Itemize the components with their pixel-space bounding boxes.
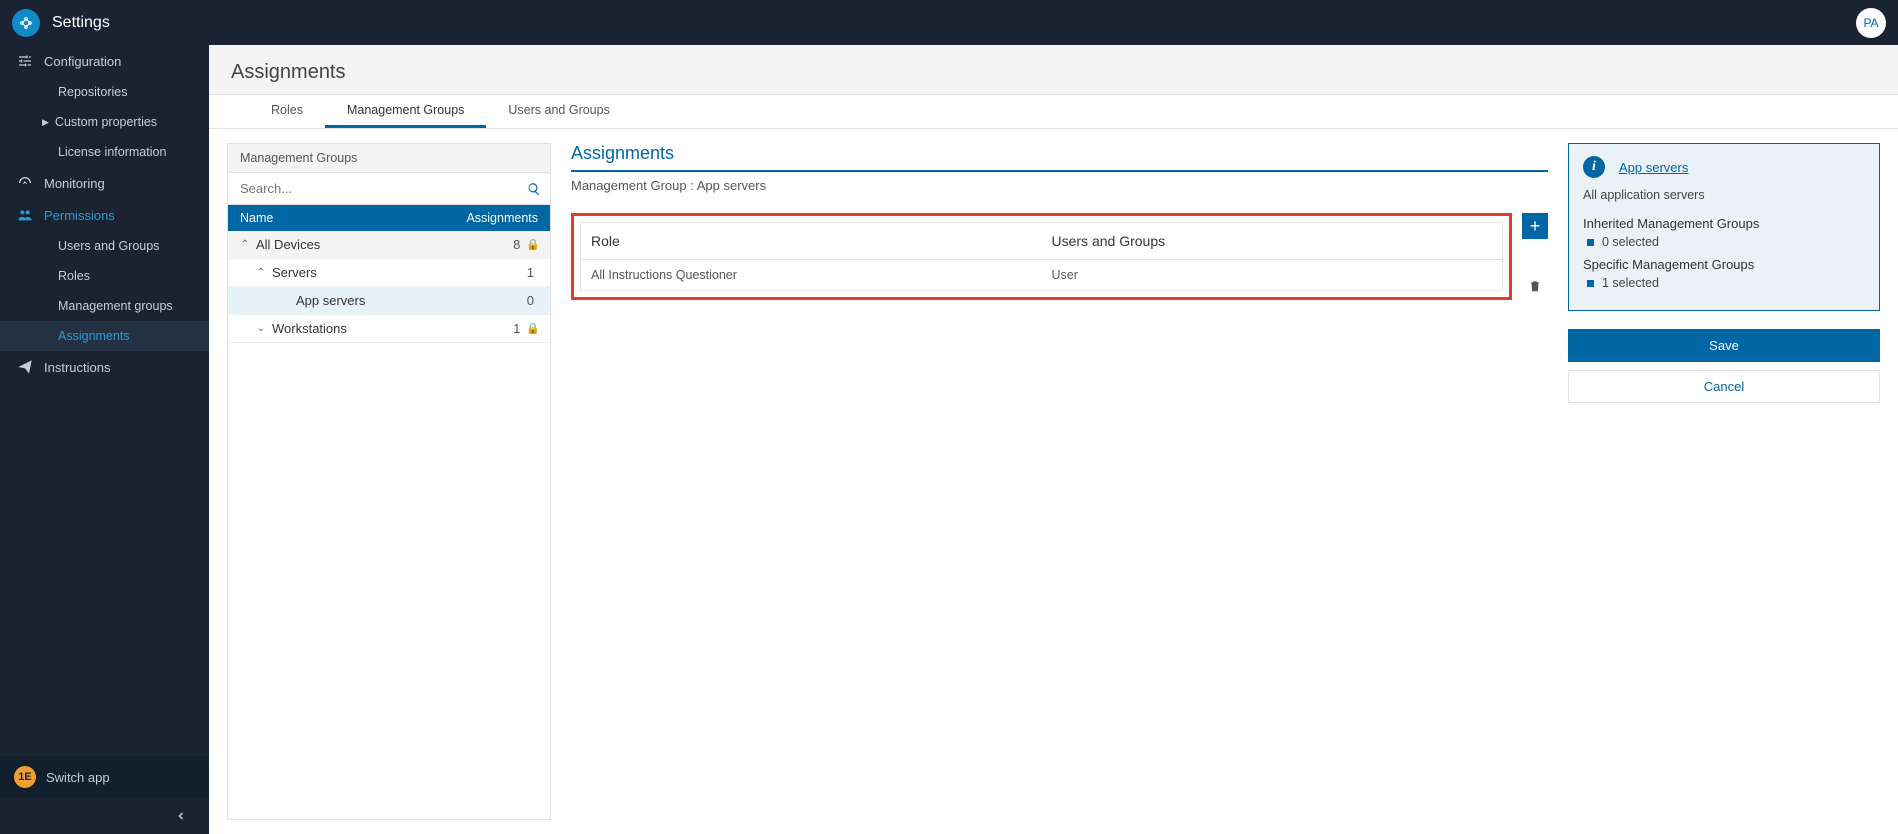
lock-icon: 🔒 (526, 238, 540, 251)
search-input[interactable] (228, 173, 518, 204)
app-logo-icon (12, 9, 40, 37)
info-icon: i (1583, 156, 1605, 178)
search-button[interactable] (518, 182, 550, 196)
tree-header: Management Groups (228, 144, 550, 173)
page-title: Assignments (209, 45, 1898, 95)
sidebar-item-roles[interactable]: Roles (0, 261, 209, 291)
delete-assignment-button[interactable] (1522, 273, 1548, 299)
switch-app-button[interactable]: 1E Switch app (0, 756, 209, 798)
col-name: Name (240, 211, 466, 225)
chevron-up-icon: ⌃ (238, 239, 252, 250)
chevron-down-icon: ⌄ (254, 323, 268, 334)
chevron-left-icon (175, 810, 187, 822)
add-assignment-button[interactable]: + (1522, 213, 1548, 239)
gauge-icon (14, 175, 36, 191)
assignments-subtitle: Management Group : App servers (571, 178, 1548, 193)
info-description: All application servers (1583, 188, 1865, 202)
bullet-icon (1587, 239, 1594, 246)
user-avatar[interactable]: PA (1856, 8, 1886, 38)
col-assignments: Assignments (466, 211, 538, 225)
sidebar-section-instructions[interactable]: Instructions (0, 351, 209, 383)
tab-users-and-groups[interactable]: Users and Groups (486, 95, 631, 128)
lock-icon: 🔒 (526, 322, 540, 335)
tree-row-app-servers[interactable]: App servers0 (228, 287, 550, 315)
bullet-icon (1587, 280, 1594, 287)
expand-icon: ▶ (42, 117, 49, 128)
sidebar-collapse-button[interactable] (0, 798, 209, 834)
tabs: RolesManagement GroupsUsers and Groups (209, 95, 1898, 129)
sidebar-item-repositories[interactable]: Repositories (0, 77, 209, 107)
inherited-count: 0 selected (1602, 235, 1659, 249)
send-icon (14, 359, 36, 375)
topbar: Settings PA (0, 0, 1898, 45)
trash-icon (1528, 279, 1542, 293)
sliders-icon (14, 53, 36, 69)
cancel-button[interactable]: Cancel (1568, 370, 1880, 403)
sidebar-section-monitoring[interactable]: Monitoring (0, 167, 209, 199)
specific-label: Specific Management Groups (1583, 257, 1865, 272)
sidebar-item-assignments[interactable]: Assignments (0, 321, 209, 351)
assignments-title: Assignments (571, 143, 1548, 172)
tree-row-all-devices[interactable]: ⌃All Devices8🔒 (228, 231, 550, 259)
specific-count: 1 selected (1602, 276, 1659, 290)
save-button[interactable]: Save (1568, 329, 1880, 362)
sidebar-item-license-information[interactable]: License information (0, 137, 209, 167)
inherited-label: Inherited Management Groups (1583, 216, 1865, 231)
users-icon (14, 207, 36, 223)
management-groups-panel: Management Groups Name Assignments ⌃All … (227, 143, 551, 820)
tree-row-servers[interactable]: ⌃Servers1 (228, 259, 550, 287)
info-link[interactable]: App servers (1619, 160, 1688, 175)
search-icon (527, 182, 541, 196)
switch-app-label: Switch app (46, 770, 110, 785)
sidebar-section-configuration[interactable]: Configuration (0, 45, 209, 77)
col-role: Role (581, 223, 1042, 260)
info-panel: i App servers All application servers In… (1568, 143, 1880, 311)
tree-row-workstations[interactable]: ⌄Workstations1🔒 (228, 315, 550, 343)
sidebar-section-permissions[interactable]: Permissions (0, 199, 209, 231)
role-table: Role Users and Groups All Instructions Q… (580, 222, 1503, 291)
switch-app-icon: 1E (14, 766, 36, 788)
col-users-groups: Users and Groups (1042, 223, 1503, 260)
tab-management-groups[interactable]: Management Groups (325, 95, 486, 128)
page-app-title: Settings (52, 14, 110, 32)
assignment-row[interactable]: All Instructions QuestionerUser (581, 260, 1503, 291)
sidebar-item-users-and-groups[interactable]: Users and Groups (0, 231, 209, 261)
sidebar-item-custom-properties[interactable]: ▶Custom properties (0, 107, 209, 137)
sidebar-item-management-groups[interactable]: Management groups (0, 291, 209, 321)
chevron-up-icon: ⌃ (254, 267, 268, 278)
tab-roles[interactable]: Roles (249, 95, 325, 128)
role-table-highlight: Role Users and Groups All Instructions Q… (571, 213, 1512, 300)
sidebar: ConfigurationRepositories▶Custom propert… (0, 45, 209, 834)
